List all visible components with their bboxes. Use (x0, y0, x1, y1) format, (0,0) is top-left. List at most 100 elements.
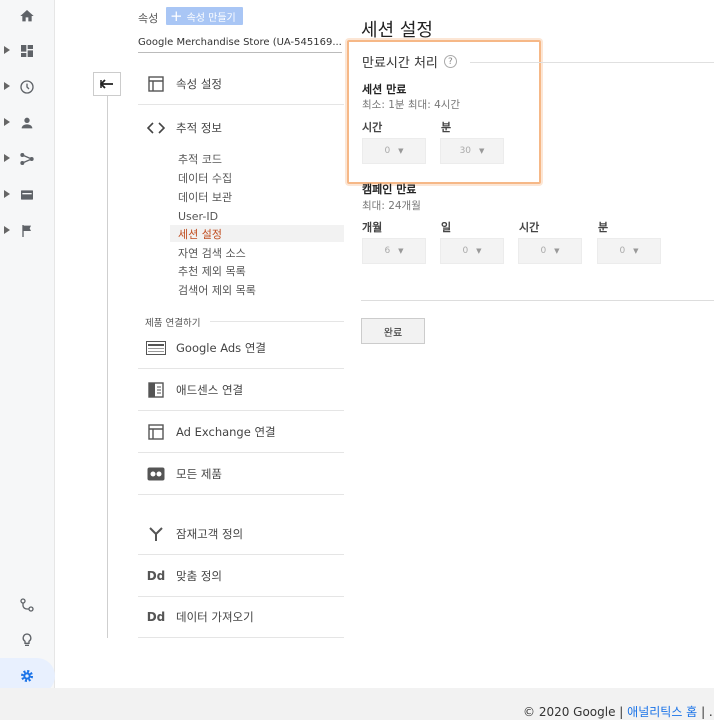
session-minutes-dropdown[interactable]: 30 ▼ (440, 138, 504, 164)
campaign-timeout-hint: 최대: 24개월 (362, 200, 421, 212)
session-timeout-label: 세션 만료 (362, 83, 407, 96)
dropdown-caret-icon: ▼ (479, 147, 485, 155)
campaign-minutes-dropdown[interactable]: 0 ▼ (597, 238, 661, 264)
create-property-button[interactable]: + 속성 만들기 (166, 7, 243, 25)
session-hours-dropdown[interactable]: 0 ▼ (362, 138, 426, 164)
nav-data-import[interactable]: Dd 데이터 가져오기 (138, 597, 344, 638)
footer-separator: | ... (701, 705, 714, 719)
nav-item-label: 맞춤 정의 (176, 569, 222, 583)
adsense-icon (144, 378, 168, 402)
dd-icon: Dd (146, 610, 166, 624)
group-rule (470, 62, 714, 63)
dropdown-caret-icon: ▼ (554, 247, 560, 255)
nav-item-label: Ad Exchange 연결 (176, 425, 276, 439)
left-rail (0, 0, 55, 720)
page-title: 세션 설정 (361, 20, 433, 41)
nav-tracking-info[interactable]: 추적 정보 (138, 107, 344, 148)
campaign-timeout-label: 캠페인 만료 (362, 183, 417, 196)
plus-icon: + (170, 6, 183, 25)
expand-caret-icon[interactable] (3, 117, 11, 127)
session-minutes-label: 분 (441, 121, 452, 134)
nav-item-label: 잠재고객 정의 (176, 527, 244, 541)
session-hours-label: 시간 (362, 121, 383, 134)
expand-caret-icon[interactable] (3, 225, 11, 235)
insights-lightbulb-icon[interactable] (14, 627, 40, 653)
campaign-minutes-label: 분 (598, 221, 609, 234)
dropdown-caret-icon: ▼ (398, 247, 404, 255)
property-selector-value: Google Merchandise Store (UA-545169... (138, 37, 342, 48)
campaign-days-label: 일 (441, 221, 452, 234)
google-ads-icon (144, 336, 168, 360)
dropdown-caret-icon: ▼ (398, 147, 404, 155)
nav-item-label: 데이터 가져오기 (176, 610, 254, 624)
sub-data-collection[interactable]: 데이터 수집 (178, 170, 232, 187)
dropdown-value: 0 (462, 246, 469, 256)
ad-exchange-icon (144, 420, 168, 444)
nav-custom-definitions[interactable]: Dd 맞춤 정의 (138, 556, 344, 597)
sub-session-settings[interactable]: 세션 설정 (178, 226, 222, 243)
analytics-home-link[interactable]: 애널리틱스 홈 (627, 705, 697, 719)
nav-vertical-line (107, 96, 108, 638)
nav-item-label: 애드센스 연결 (176, 383, 244, 397)
sub-organic-search-sources[interactable]: 자연 검색 소스 (178, 245, 246, 262)
done-button[interactable]: 완료 (361, 318, 425, 344)
sub-tracking-code[interactable]: 추적 코드 (178, 151, 222, 168)
nav-item-label: Google Ads 연결 (176, 341, 266, 355)
nav-google-ads-links[interactable]: Google Ads 연결 (138, 328, 344, 369)
expand-caret-icon[interactable] (3, 153, 11, 163)
back-arrow-button[interactable] (93, 72, 121, 96)
dropdown-value: 6 (384, 246, 391, 256)
session-timeout-hint: 최소: 1분 최대: 4시간 (362, 99, 461, 111)
admin-gear-icon[interactable] (14, 663, 40, 689)
conversions-flag-icon[interactable] (14, 218, 40, 244)
property-settings-icon (144, 72, 168, 96)
expand-caret-icon[interactable] (3, 189, 11, 199)
dropdown-value: 30 (459, 146, 472, 156)
content-divider (361, 300, 714, 301)
attribution-icon[interactable] (14, 592, 40, 618)
property-selector[interactable]: Google Merchandise Store (UA-545169... ▼ (138, 33, 342, 53)
campaign-days-dropdown[interactable]: 0 ▼ (440, 238, 504, 264)
realtime-clock-icon[interactable] (14, 74, 40, 100)
acquisition-icon[interactable] (14, 146, 40, 172)
sub-data-retention[interactable]: 데이터 보관 (178, 189, 232, 206)
dropdown-value: 0 (619, 246, 626, 256)
sub-user-id[interactable]: User-ID (178, 208, 218, 225)
code-icon (144, 116, 168, 140)
help-icon[interactable]: ? (443, 55, 457, 68)
all-products-icon (144, 462, 168, 486)
product-links-label: 제품 연결하기 (145, 318, 201, 329)
dd-icon: Dd (146, 569, 166, 583)
dropdown-value: 0 (540, 246, 547, 256)
nav-item-label: 추적 정보 (176, 120, 222, 135)
nav-ad-exchange-links[interactable]: Ad Exchange 연결 (138, 412, 344, 453)
copyright-text: © 2020 Google | (523, 705, 624, 719)
behavior-icon[interactable] (14, 182, 40, 208)
sub-search-term-exclusion[interactable]: 검색어 제외 목록 (178, 282, 256, 299)
home-icon[interactable] (14, 3, 40, 29)
campaign-months-label: 개월 (362, 221, 383, 234)
nav-property-settings[interactable]: 속성 설정 (138, 64, 344, 105)
campaign-months-dropdown[interactable]: 6 ▼ (362, 238, 426, 264)
sub-referral-exclusion[interactable]: 추천 제외 목록 (178, 263, 246, 280)
property-label: 속성 (138, 12, 159, 25)
timeout-group-title: 만료시간 처리 ? (362, 52, 457, 71)
create-property-label: 속성 만들기 (186, 12, 236, 24)
campaign-hours-dropdown[interactable]: 0 ▼ (518, 238, 582, 264)
nav-item-label: 모든 제품 (176, 467, 222, 481)
nav-adsense-links[interactable]: 애드센스 연결 (138, 370, 344, 411)
campaign-hours-label: 시간 (519, 221, 540, 234)
group-title-text: 만료시간 처리 (362, 56, 438, 71)
expand-caret-icon[interactable] (3, 81, 11, 91)
nav-item-label: 속성 설정 (176, 77, 222, 91)
expand-caret-icon[interactable] (3, 45, 11, 55)
footer: © 2020 Google | 애널리틱스 홈 | ... (523, 703, 714, 720)
audience-icon (144, 522, 168, 546)
dropdown-caret-icon: ▼ (633, 247, 639, 255)
nav-audience-definitions[interactable]: 잠재고객 정의 (138, 514, 344, 555)
dashboard-icon[interactable] (14, 38, 40, 64)
dropdown-caret-icon: ▼ (476, 247, 482, 255)
audience-person-icon[interactable] (14, 110, 40, 136)
dropdown-value: 0 (384, 146, 391, 156)
nav-all-products[interactable]: 모든 제품 (138, 454, 344, 495)
